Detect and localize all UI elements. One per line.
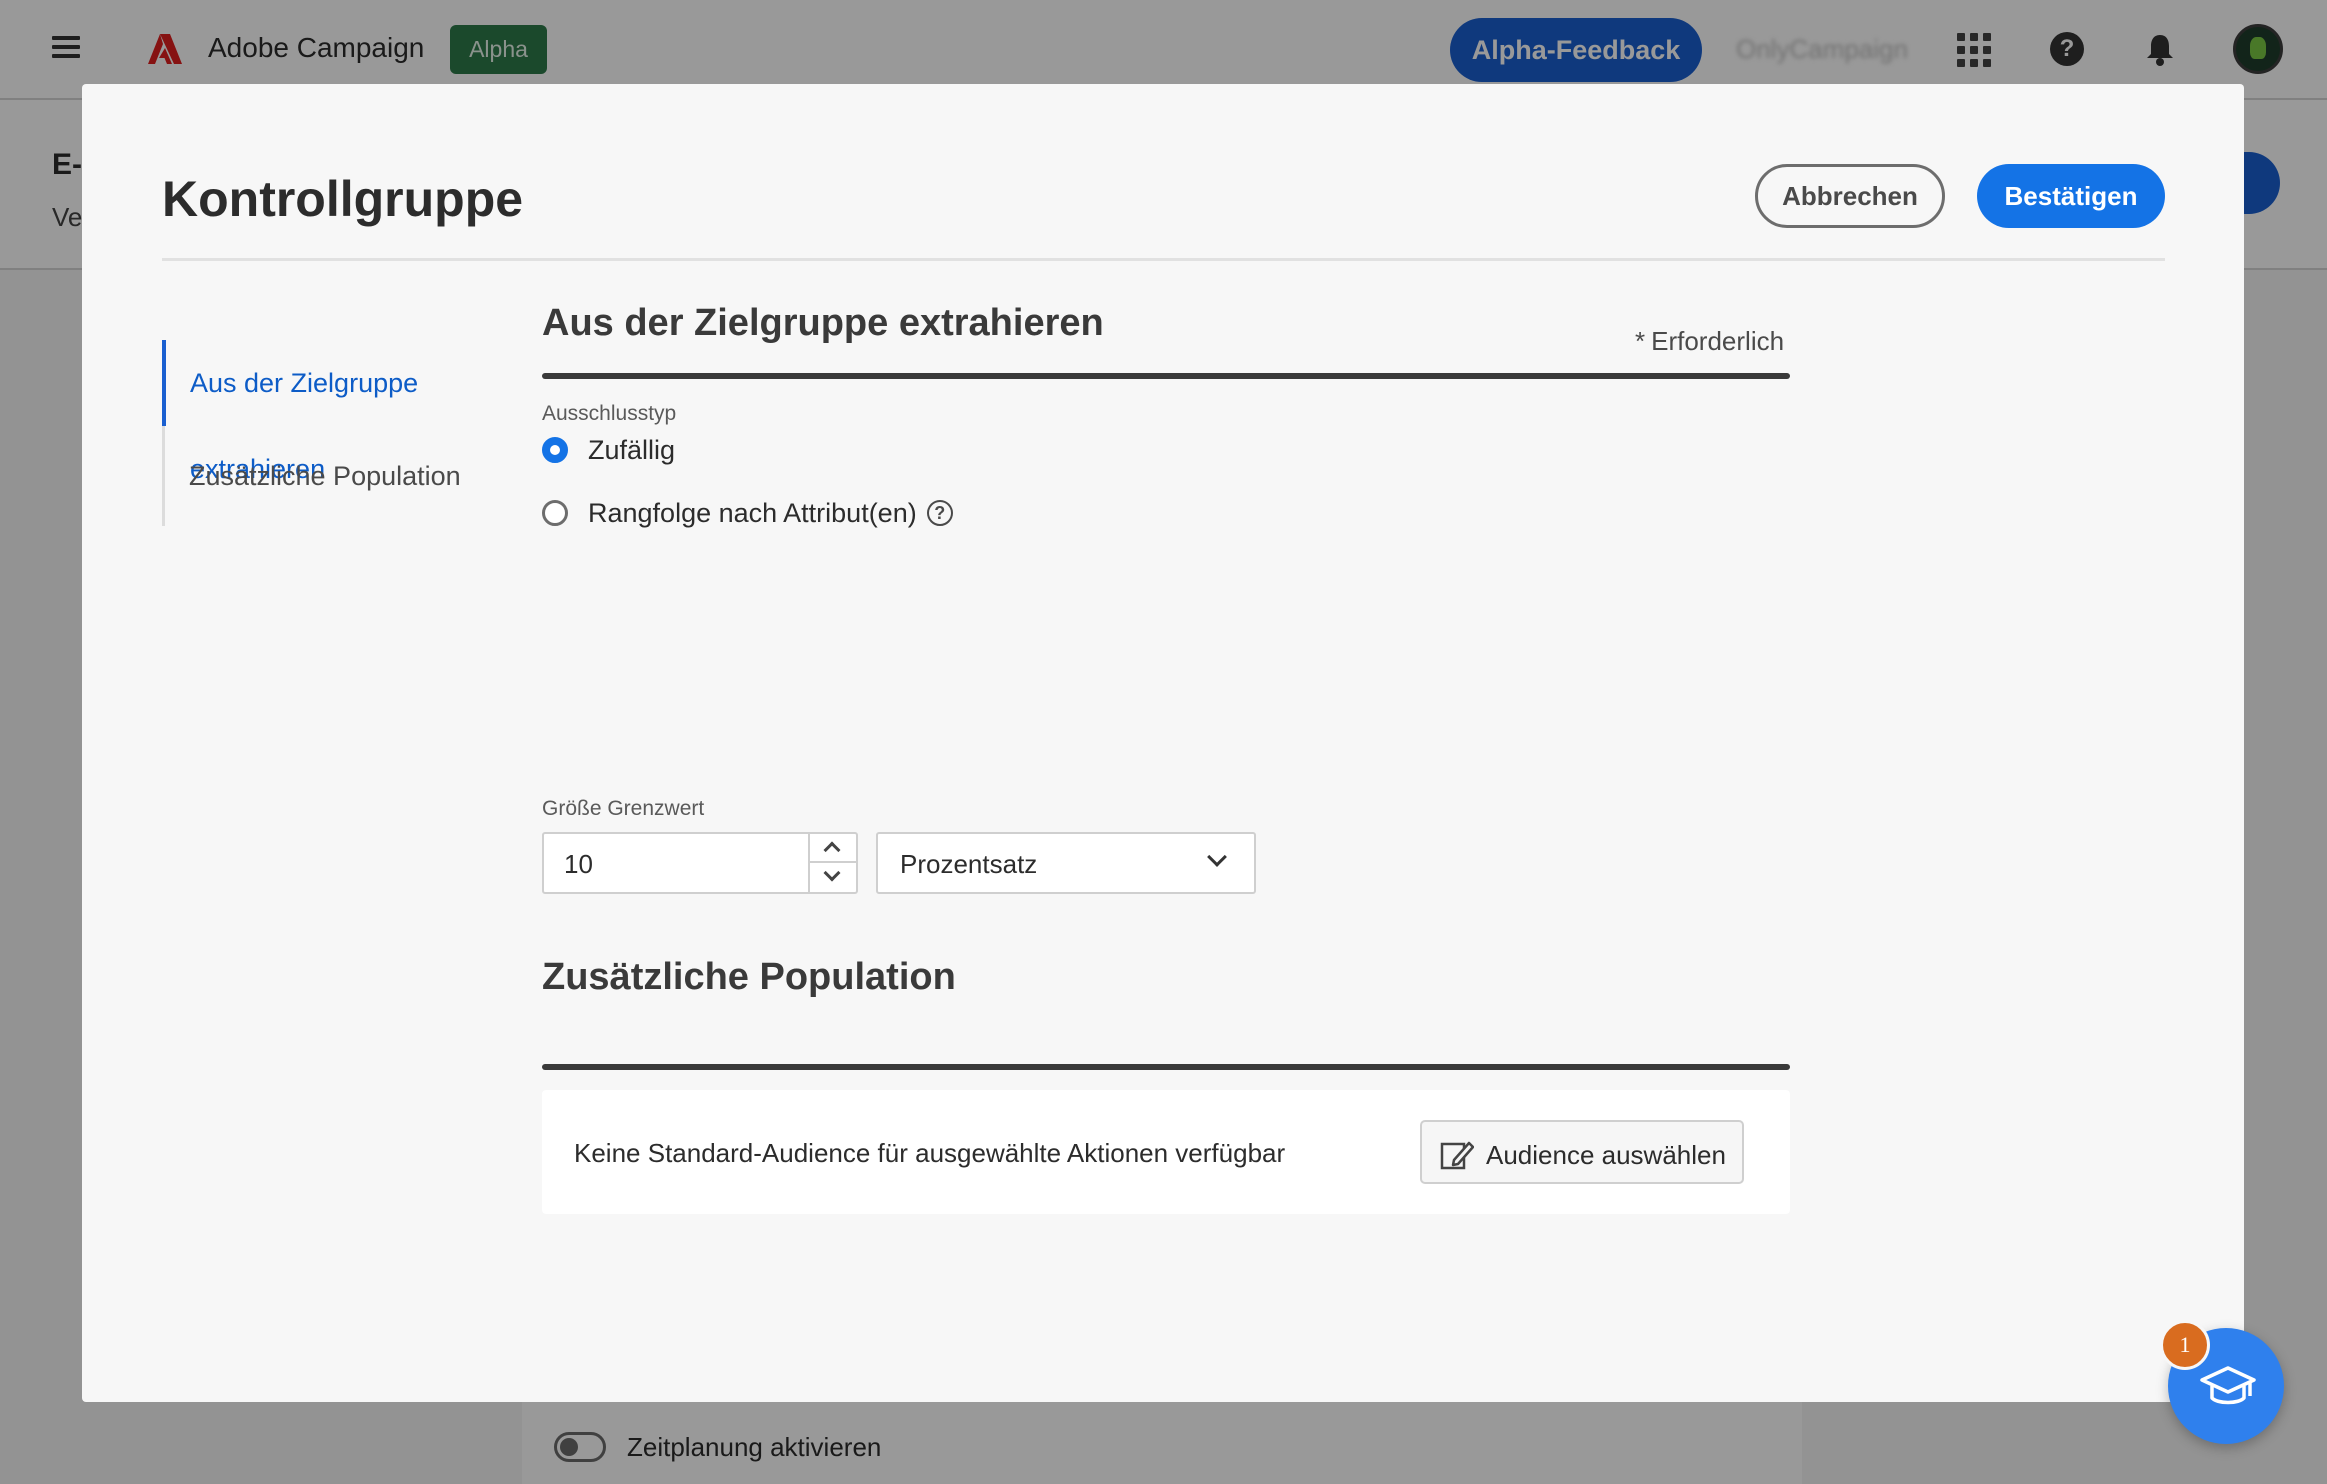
edit-icon [1440, 1141, 1474, 1170]
notification-count-badge: 1 [2160, 1320, 2210, 1370]
nav-item-extract[interactable]: Aus der Zielgruppe extrahieren [162, 340, 522, 484]
dialog-header-divider [162, 258, 2165, 261]
section-divider-additional-population [542, 1064, 1790, 1070]
size-limit-input[interactable]: 10 [542, 832, 858, 894]
required-hint: * Erforderlich [1635, 326, 1784, 357]
chevron-down-icon [1207, 847, 1227, 867]
radio-random-label: Zufällig [588, 434, 676, 465]
required-label: Erforderlich [1651, 326, 1785, 356]
nav-item-additional-population[interactable]: Zusätzliche Population [162, 426, 522, 526]
section-title-extract: Aus der Zielgruppe extrahieren [542, 302, 1104, 344]
unit-select-value: Prozentsatz [900, 849, 1038, 879]
graduation-cap-icon [2200, 1366, 2256, 1405]
increment-button[interactable] [810, 834, 856, 863]
section-divider-extract [542, 373, 1790, 379]
confirm-button[interactable]: Bestätigen [1977, 164, 2165, 228]
radio-option-random[interactable]: Zufällig [542, 434, 675, 466]
audience-card: Keine Standard-Audience für ausgewählte … [542, 1090, 1790, 1214]
dialog-title: Kontrollgruppe [162, 171, 524, 227]
required-star: * [1635, 326, 1646, 356]
radio-rank-label: Rangfolge nach Attribut(en) [588, 497, 917, 528]
exclusion-type-label: Ausschlusstyp [542, 402, 677, 425]
cancel-button[interactable]: Abbrechen [1755, 164, 1945, 228]
unit-select[interactable]: Prozentsatz [876, 832, 1256, 894]
info-icon[interactable]: ? [926, 500, 953, 526]
chevron-down-icon [823, 864, 841, 882]
section-title-additional-population: Zusätzliche Population [542, 956, 956, 998]
radio-rank-by-attribute[interactable] [542, 500, 568, 526]
size-limit-value: 10 [564, 849, 593, 879]
chevron-up-icon [823, 841, 841, 859]
select-audience-button[interactable]: Audience auswählen [1420, 1120, 1744, 1184]
size-limit-stepper[interactable] [808, 834, 856, 892]
radio-random[interactable] [542, 437, 568, 463]
decrement-button[interactable] [810, 863, 856, 892]
no-audience-message: Keine Standard-Audience für ausgewählte … [574, 1138, 1286, 1168]
select-audience-label: Audience auswählen [1486, 1140, 1726, 1170]
dialog-side-nav: Aus der Zielgruppe extrahieren Zusätzlic… [162, 340, 522, 526]
size-limit-label: Größe Grenzwert [542, 797, 705, 820]
radio-option-rank-by-attribute[interactable]: Rangfolge nach Attribut(en) ? [542, 497, 953, 529]
control-group-dialog: Kontrollgruppe Abbrechen Bestätigen Aus … [82, 84, 2244, 1402]
